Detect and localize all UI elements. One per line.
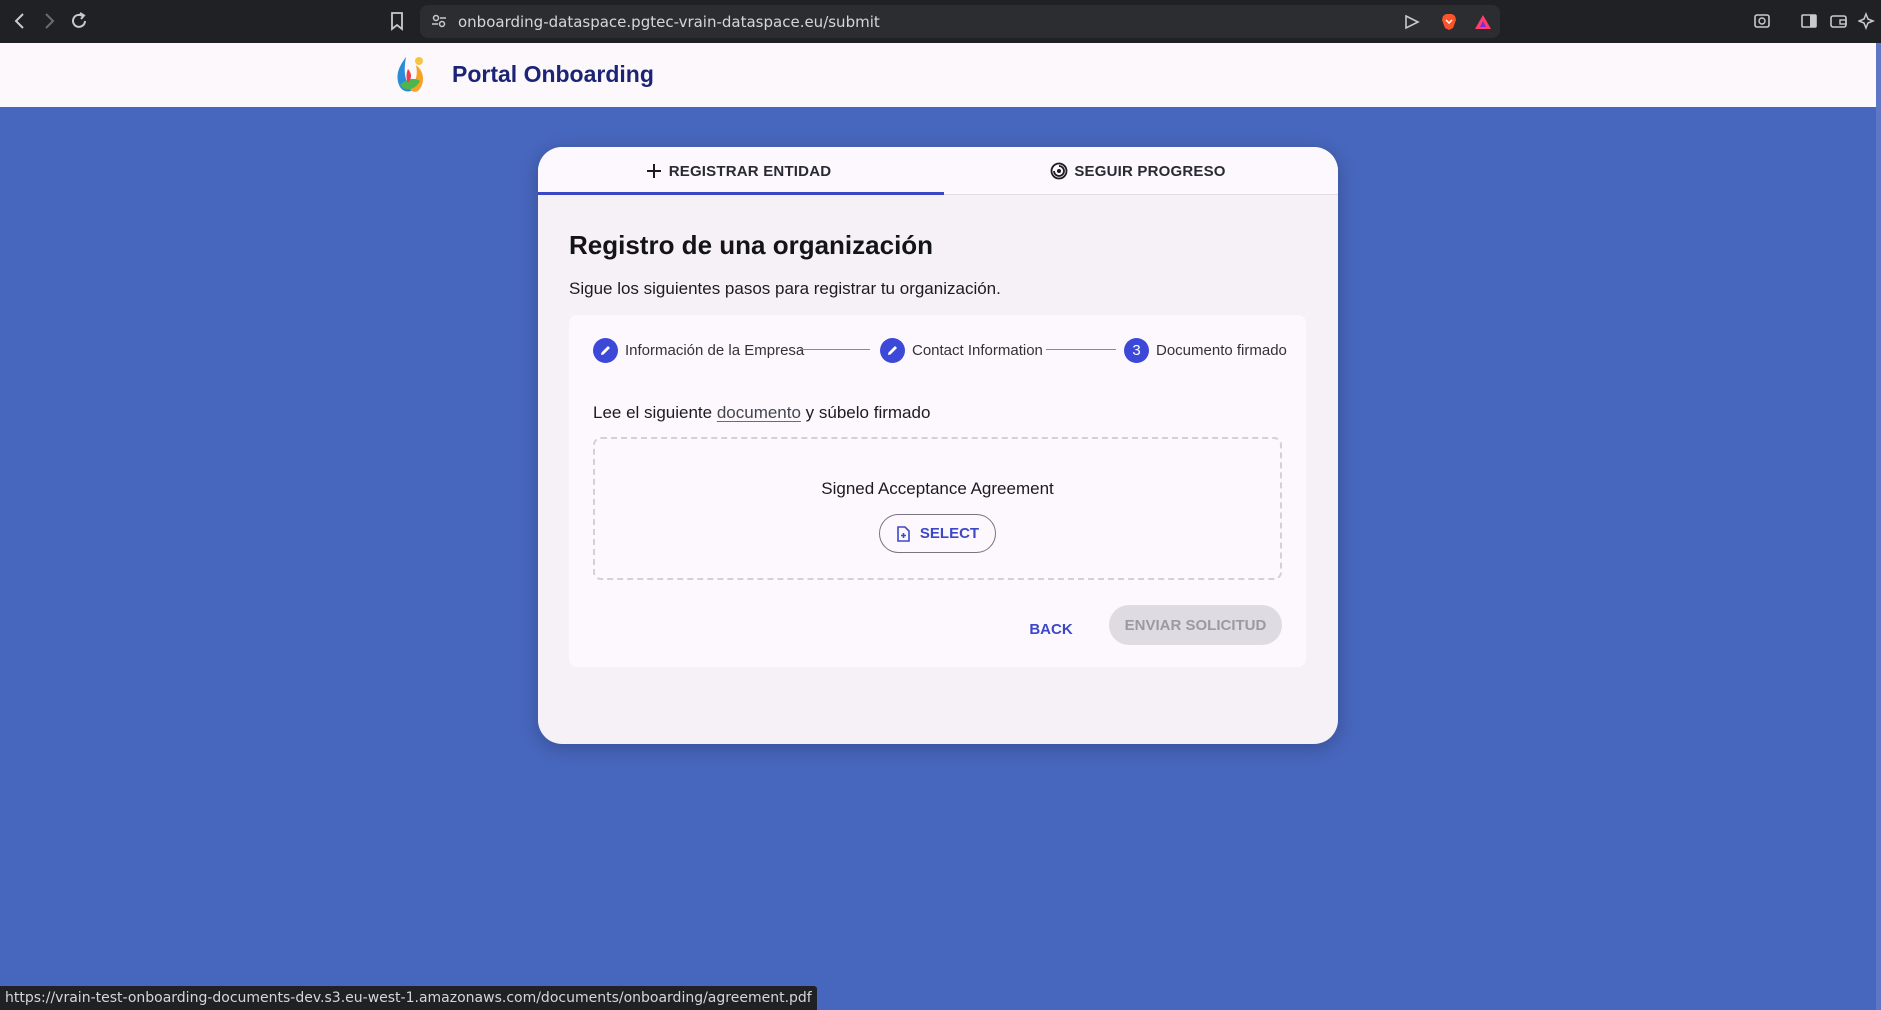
scrollbar[interactable] (1876, 43, 1881, 1010)
step-label: Información de la Empresa (625, 341, 805, 359)
sidebar-icon[interactable] (1799, 11, 1819, 31)
leo-ai-icon[interactable] (1856, 11, 1878, 31)
step-company-info[interactable]: Información de la Empresa (593, 337, 804, 363)
step-label: Contact Information (912, 341, 1043, 359)
file-upload-icon (897, 525, 910, 542)
back-button[interactable]: BACK (1025, 609, 1077, 649)
back-icon[interactable] (8, 9, 32, 33)
instruction-after: y súbelo firmado (800, 403, 931, 422)
select-button-label: SELECT (919, 525, 980, 542)
step-label: Documento firmado (1156, 341, 1287, 359)
step-contact-info[interactable]: Contact Information (880, 337, 1043, 363)
reload-icon[interactable] (67, 9, 91, 33)
tab-register-label: REGISTRAR ENTIDAD (668, 162, 832, 180)
step-connector (1046, 349, 1116, 350)
pencil-icon (593, 337, 618, 363)
url-text[interactable]: onboarding-dataspace.pgtec-vrain-dataspa… (458, 13, 880, 31)
send-icon[interactable] (1404, 13, 1420, 31)
active-tab-indicator (538, 192, 944, 195)
pencil-icon (880, 337, 905, 363)
upload-dropzone[interactable]: Signed Acceptance Agreement SELECT (593, 437, 1282, 580)
tab-follow-progress[interactable]: SEGUIR PROGRESO (938, 147, 1338, 195)
tab-bar: REGISTRAR ENTIDAD SEGUIR PROGRESO (538, 147, 1338, 195)
stepper-panel: Información de la Empresa Contact Inform… (569, 315, 1306, 667)
brave-rewards-icon[interactable] (1474, 13, 1492, 31)
wallet-icon[interactable] (1829, 11, 1849, 31)
upload-label: Signed Acceptance Agreement (821, 479, 1054, 498)
address-bar[interactable]: onboarding-dataspace.pgtec-vrain-dataspa… (420, 5, 1500, 38)
progress-icon (1050, 162, 1068, 180)
step-number: 3 (1124, 337, 1149, 363)
document-link[interactable]: documento (717, 403, 801, 422)
instruction-text: Lee el siguiente documento y súbelo firm… (593, 403, 930, 423)
app-title: Portal Onboarding (452, 61, 654, 87)
bookmark-icon[interactable] (386, 10, 408, 32)
step-connector (800, 349, 870, 350)
site-settings-icon[interactable] (430, 12, 448, 30)
app-header: Portal Onboarding (0, 43, 1876, 107)
status-bar-url: https://vrain-test-onboarding-documents-… (0, 986, 817, 1010)
screenshot-icon[interactable] (1752, 11, 1772, 31)
browser-toolbar: onboarding-dataspace.pgtec-vrain-dataspa… (0, 0, 1881, 43)
step-signed-document[interactable]: 3 Documento firmado (1124, 337, 1287, 363)
select-file-button[interactable]: SELECT (879, 514, 996, 553)
tab-progress-label: SEGUIR PROGRESO (1074, 162, 1226, 180)
tab-register-entity[interactable]: REGISTRAR ENTIDAD (538, 147, 938, 195)
instruction-before: Lee el siguiente (593, 403, 717, 422)
forward-icon[interactable] (37, 9, 61, 33)
logo (386, 51, 432, 97)
submit-request-button[interactable]: ENVIAR SOLICITUD (1109, 605, 1282, 645)
page-subtitle: Sigue los siguientes pasos para registra… (569, 279, 1001, 298)
brave-shield-icon[interactable] (1440, 13, 1458, 31)
page-title: Registro de una organización (569, 230, 934, 260)
registration-card: REGISTRAR ENTIDAD SEGUIR PROGRESO Regist… (538, 147, 1338, 744)
plus-icon (646, 164, 661, 178)
